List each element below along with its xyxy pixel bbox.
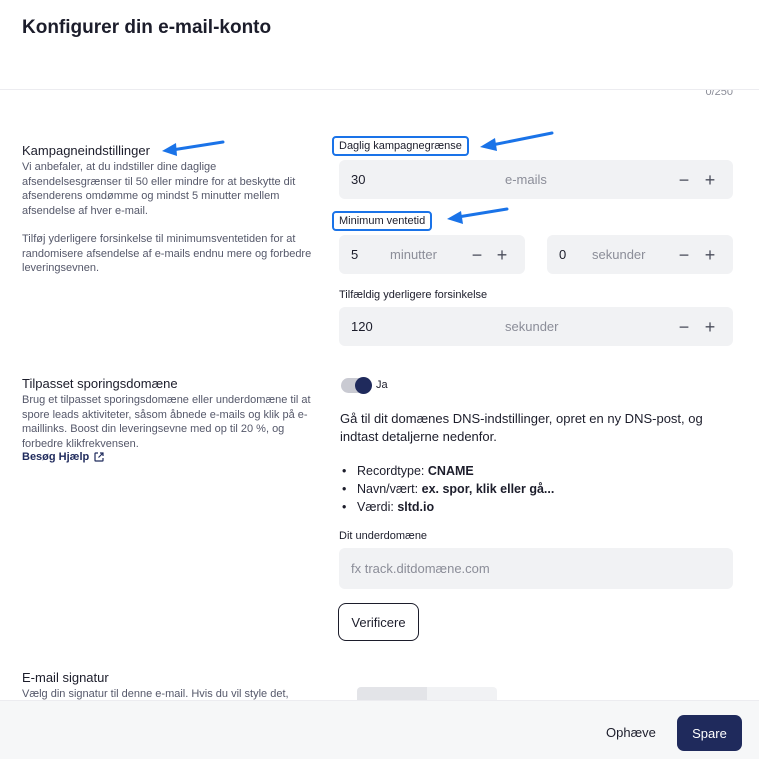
increment-button[interactable]: + (494, 246, 510, 264)
record-key: Værdi: (357, 500, 394, 514)
increment-button[interactable]: + (702, 246, 718, 264)
modal-header: Konfigurer din e-mail-konto (0, 0, 759, 90)
list-item: Recordtype: CNAME (340, 462, 554, 480)
email-signature-desc: Vælg din signatur til denne e-mail. Hvis… (22, 688, 289, 700)
decrement-button[interactable]: − (676, 246, 692, 264)
signature-tab-1[interactable] (357, 687, 427, 700)
record-value: sltd.io (397, 500, 435, 514)
random-delay-field[interactable]: 120 sekunder − + (339, 307, 733, 346)
record-key: Navn/vært: (357, 482, 419, 496)
tracking-domain-title: Tilpasset sporingsdomæne (22, 376, 178, 391)
decrement-button[interactable]: − (469, 246, 485, 264)
daily-limit-field[interactable]: 30 e-mails − + (339, 160, 733, 199)
increment-button[interactable]: + (702, 318, 718, 336)
dns-records-list: Recordtype: CNAME Navn/vært: ex. spor, k… (340, 462, 554, 516)
subdomain-label: Dit underdomæne (339, 530, 428, 542)
campaign-settings-desc: Vi anbefaler, at du indstiller dine dagl… (22, 161, 296, 217)
tracking-toggle[interactable] (341, 377, 372, 394)
email-signature-title: E-mail signatur (22, 670, 109, 685)
min-wait-minutes-value[interactable]: 5 (351, 247, 358, 262)
modal-footer: Ophæve Spare (0, 700, 759, 759)
verify-button[interactable]: Verificere (338, 603, 419, 641)
annotation-arrow-icon (480, 131, 554, 151)
random-delay-label: Tilfældig yderligere forsinkelse (339, 289, 488, 301)
tracking-domain-desc: Brug et tilpasset sporingsdomæne eller u… (22, 394, 311, 450)
toggle-knob (355, 377, 372, 394)
help-link-label[interactable]: Besøg Hjælp (22, 451, 89, 463)
record-value: ex. spor, klik eller gå... (421, 482, 555, 496)
random-delay-value[interactable]: 120 (351, 319, 373, 334)
min-wait-label: Minimum ventetid (332, 211, 433, 231)
random-delay-unit: sekunder (505, 319, 559, 334)
dns-instructions: Gå til dit domænes DNS-indstillinger, op… (340, 411, 703, 444)
min-wait-minutes-field[interactable]: 5 minutter − + (339, 235, 525, 274)
annotation-arrow-icon (162, 140, 225, 156)
campaign-settings-title: Kampagneindstillinger (22, 143, 150, 158)
increment-button[interactable]: + (702, 171, 718, 189)
campaign-settings-desc-2: Tilføj yderligere forsinkelse til minimu… (22, 233, 312, 274)
tracking-toggle-label: Ja (376, 379, 388, 391)
min-wait-seconds-field[interactable]: 0 sekunder − + (547, 235, 733, 274)
min-wait-minutes-unit: minutter (390, 247, 437, 262)
page-title: Konfigurer din e-mail-konto (22, 17, 272, 38)
record-key: Recordtype: (357, 464, 425, 478)
min-wait-seconds-unit: sekunder (592, 247, 646, 262)
signature-tab-2[interactable] (427, 687, 497, 700)
daily-limit-value[interactable]: 30 (351, 172, 365, 187)
decrement-button[interactable]: − (676, 318, 692, 336)
annotation-arrow-icon (447, 207, 509, 224)
daily-limit-label: Daglig kampagnegrænse (332, 136, 469, 156)
record-value: CNAME (427, 464, 474, 478)
min-wait-seconds-value[interactable]: 0 (559, 247, 566, 262)
character-counter: 0/250 (705, 90, 733, 98)
external-link-icon (94, 452, 104, 462)
help-link[interactable]: Besøg Hjælp (22, 451, 104, 463)
list-item: Værdi: sltd.io (340, 498, 554, 516)
modal-content[interactable]: 0/250 Kampagneindstillinger Vi anbefaler… (0, 90, 759, 700)
save-button[interactable]: Spare (677, 715, 742, 751)
cancel-button[interactable]: Ophæve (598, 715, 664, 749)
subdomain-input[interactable] (339, 548, 733, 589)
signature-tabs[interactable] (357, 687, 497, 700)
decrement-button[interactable]: − (676, 171, 692, 189)
daily-limit-unit: e-mails (505, 172, 547, 187)
list-item: Navn/vært: ex. spor, klik eller gå... (340, 480, 554, 498)
